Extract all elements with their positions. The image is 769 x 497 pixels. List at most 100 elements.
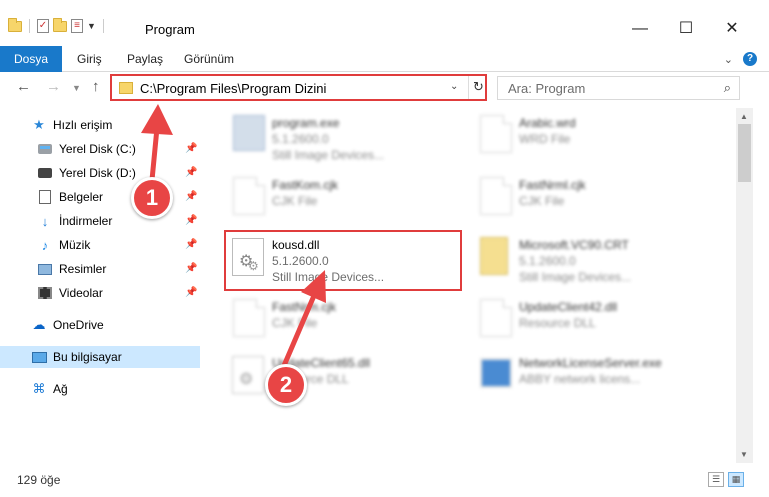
forward-arrow-icon[interactable]: → (46, 78, 61, 95)
scroll-up-icon[interactable]: ▲ (740, 112, 748, 121)
sidebar-item-label: Hızlı erişim (53, 118, 113, 132)
drive-icon (37, 166, 53, 180)
sidebar-item-label: İndirmeler (59, 214, 113, 228)
search-box[interactable]: Ara: Program ⌕ (497, 76, 740, 100)
pin-icon[interactable]: 📌 (185, 263, 197, 274)
pin-icon[interactable]: 📌 (185, 143, 197, 154)
sidebar-item-music[interactable]: ♪ Müzik 📌 (0, 234, 200, 256)
file-name: UpdateClient42.dll (519, 300, 618, 314)
file-name: program.exe (272, 116, 340, 130)
file-description: Still Image Devices... (519, 270, 632, 284)
sidebar-item-local-disk-c[interactable]: Yerel Disk (C:) 📌 (0, 138, 200, 160)
sidebar-item-label: Resimler (59, 262, 107, 276)
tiles-view-icon[interactable]: ▦ (728, 472, 744, 487)
tab-dosya[interactable]: Dosya (0, 46, 62, 72)
address-bar[interactable]: C:\Program Files\Program Dizini ⌄ ↻ (110, 74, 487, 101)
close-button[interactable]: ✕ (709, 14, 755, 44)
window-title: Program (145, 22, 195, 37)
file-description: ABBY network licens... (519, 372, 641, 386)
search-input[interactable]: Ara: Program (508, 81, 585, 96)
address-path[interactable]: C:\Program Files\Program Dizini (140, 81, 326, 96)
quick-access-toolbar: ✓ ≡ ▼ (8, 17, 107, 33)
gear-icon: ⚙ (239, 371, 254, 388)
sidebar-item-label: Müzik (59, 238, 91, 252)
file-item[interactable]: FastKom.cjk CJK File (225, 172, 465, 228)
sidebar-item-label: Belgeler (59, 190, 104, 204)
pin-icon[interactable]: 📌 (185, 191, 197, 202)
tab-giris[interactable]: Giriş (77, 46, 102, 72)
sidebar-item-network[interactable]: ⌘ Ağ (0, 378, 200, 400)
file-item[interactable]: ⚙ UpdateClient65.dll Resource DLL (225, 350, 465, 406)
file-type: Resource DLL (519, 316, 596, 330)
expand-ribbon-icon[interactable]: ⌄ (724, 53, 733, 66)
file-version: 5.1.2600.0 (519, 254, 576, 268)
sidebar-item-label: Yerel Disk (D:) (59, 166, 136, 180)
recent-locations-chevron-icon[interactable]: ▼ (72, 83, 81, 93)
ribbon: Dosya Giriş Paylaş Görünüm ⌄ ? (0, 44, 769, 72)
address-divider (468, 76, 469, 99)
pin-icon[interactable]: 📌 (185, 167, 197, 178)
tab-gorunum[interactable]: Görünüm (184, 46, 234, 72)
download-icon: ↓ (41, 213, 49, 229)
documents-icon (37, 190, 53, 204)
scroll-thumb[interactable] (738, 124, 751, 182)
toolbar-separator (102, 19, 104, 33)
details-view-icon[interactable]: ☰ (708, 472, 724, 487)
file-item[interactable]: FastNrml.cjk CJK File (472, 172, 712, 228)
help-icon[interactable]: ? (743, 52, 757, 66)
target-file-highlight (224, 230, 462, 291)
file-name: FastKom.cjk (272, 178, 339, 192)
maximize-button[interactable]: ☐ (663, 14, 709, 44)
step-marker-2: 2 (265, 364, 307, 406)
sidebar-item-this-pc[interactable]: Bu bilgisayar (0, 346, 200, 368)
chevron-down-icon[interactable]: ▼ (87, 21, 96, 31)
new-folder-icon[interactable] (53, 17, 67, 32)
computer-icon (31, 350, 47, 364)
sidebar-item-pictures[interactable]: Resimler 📌 (0, 258, 200, 280)
address-dropdown-icon[interactable]: ⌄ (450, 81, 458, 92)
sidebar-item-onedrive[interactable]: ☁ OneDrive (0, 314, 200, 336)
refresh-icon[interactable]: ↻ (473, 79, 484, 95)
file-item[interactable]: Arabic.wrd WRD File (472, 110, 712, 166)
pin-icon[interactable]: 📌 (185, 239, 197, 250)
folder-icon (119, 82, 133, 94)
sidebar-item-label: Videolar (59, 286, 103, 300)
file-item[interactable]: Microsoft.VC90.CRT 5.1.2600.0 Still Imag… (472, 232, 712, 288)
file-name: Arabic.wrd (519, 116, 576, 130)
navigation-pane: ★ Hızlı erişim Yerel Disk (C:) 📌 Yerel D… (0, 108, 200, 463)
tab-paylas[interactable]: Paylaş (127, 46, 163, 72)
minimize-button[interactable]: — (617, 14, 663, 44)
file-name: NetworkLicenseServer.exe (519, 356, 662, 370)
file-item[interactable]: NetworkLicenseServer.exe ABBY network li… (472, 350, 712, 406)
pin-icon[interactable]: 📌 (185, 287, 197, 298)
properties-icon[interactable]: ✓ (37, 19, 49, 33)
scroll-down-icon[interactable]: ▼ (740, 450, 748, 459)
dll-file-icon: ⚙ (232, 356, 264, 394)
sidebar-item-videos[interactable]: Videolar 📌 (0, 282, 200, 304)
navigation-bar: ← → ▼ ↑ C:\Program Files\Program Dizini … (0, 72, 769, 104)
exe-file-icon (233, 115, 265, 151)
file-item[interactable]: program.exe 5.1.2600.0 Still Image Devic… (225, 110, 465, 166)
file-item[interactable]: UpdateClient42.dll Resource DLL (472, 294, 712, 350)
file-type: CJK File (272, 316, 318, 330)
back-arrow-icon[interactable]: ← (16, 78, 31, 95)
customize-icon[interactable]: ≡ (71, 19, 83, 33)
search-icon[interactable]: ⌕ (724, 80, 731, 96)
sidebar-item-downloads[interactable]: ↓ İndirmeler 📌 (0, 210, 200, 232)
pin-icon[interactable]: 📌 (185, 215, 197, 226)
up-arrow-icon[interactable]: ↑ (92, 78, 100, 95)
file-icon (480, 177, 512, 215)
manifest-file-icon (480, 237, 508, 275)
sidebar-item-label: Bu bilgisayar (53, 350, 122, 364)
file-version: 5.1.2600.0 (272, 132, 329, 146)
sidebar-item-local-disk-d[interactable]: Yerel Disk (D:) 📌 (0, 162, 200, 184)
music-icon: ♪ (41, 237, 49, 253)
sidebar-item-quick-access[interactable]: ★ Hızlı erişim (0, 114, 200, 136)
file-type: CJK File (272, 194, 318, 208)
folder-icon[interactable] (8, 17, 22, 32)
view-toggle: ☰ ▦ (708, 472, 744, 487)
vertical-scrollbar[interactable]: ▲ ▼ (736, 108, 753, 463)
ribbon-controls: ⌄ ? (724, 52, 757, 66)
title-bar: ✓ ≡ ▼ Program — ☐ ✕ (0, 0, 769, 44)
file-item[interactable]: FastNrm.cjk CJK File (225, 294, 465, 350)
